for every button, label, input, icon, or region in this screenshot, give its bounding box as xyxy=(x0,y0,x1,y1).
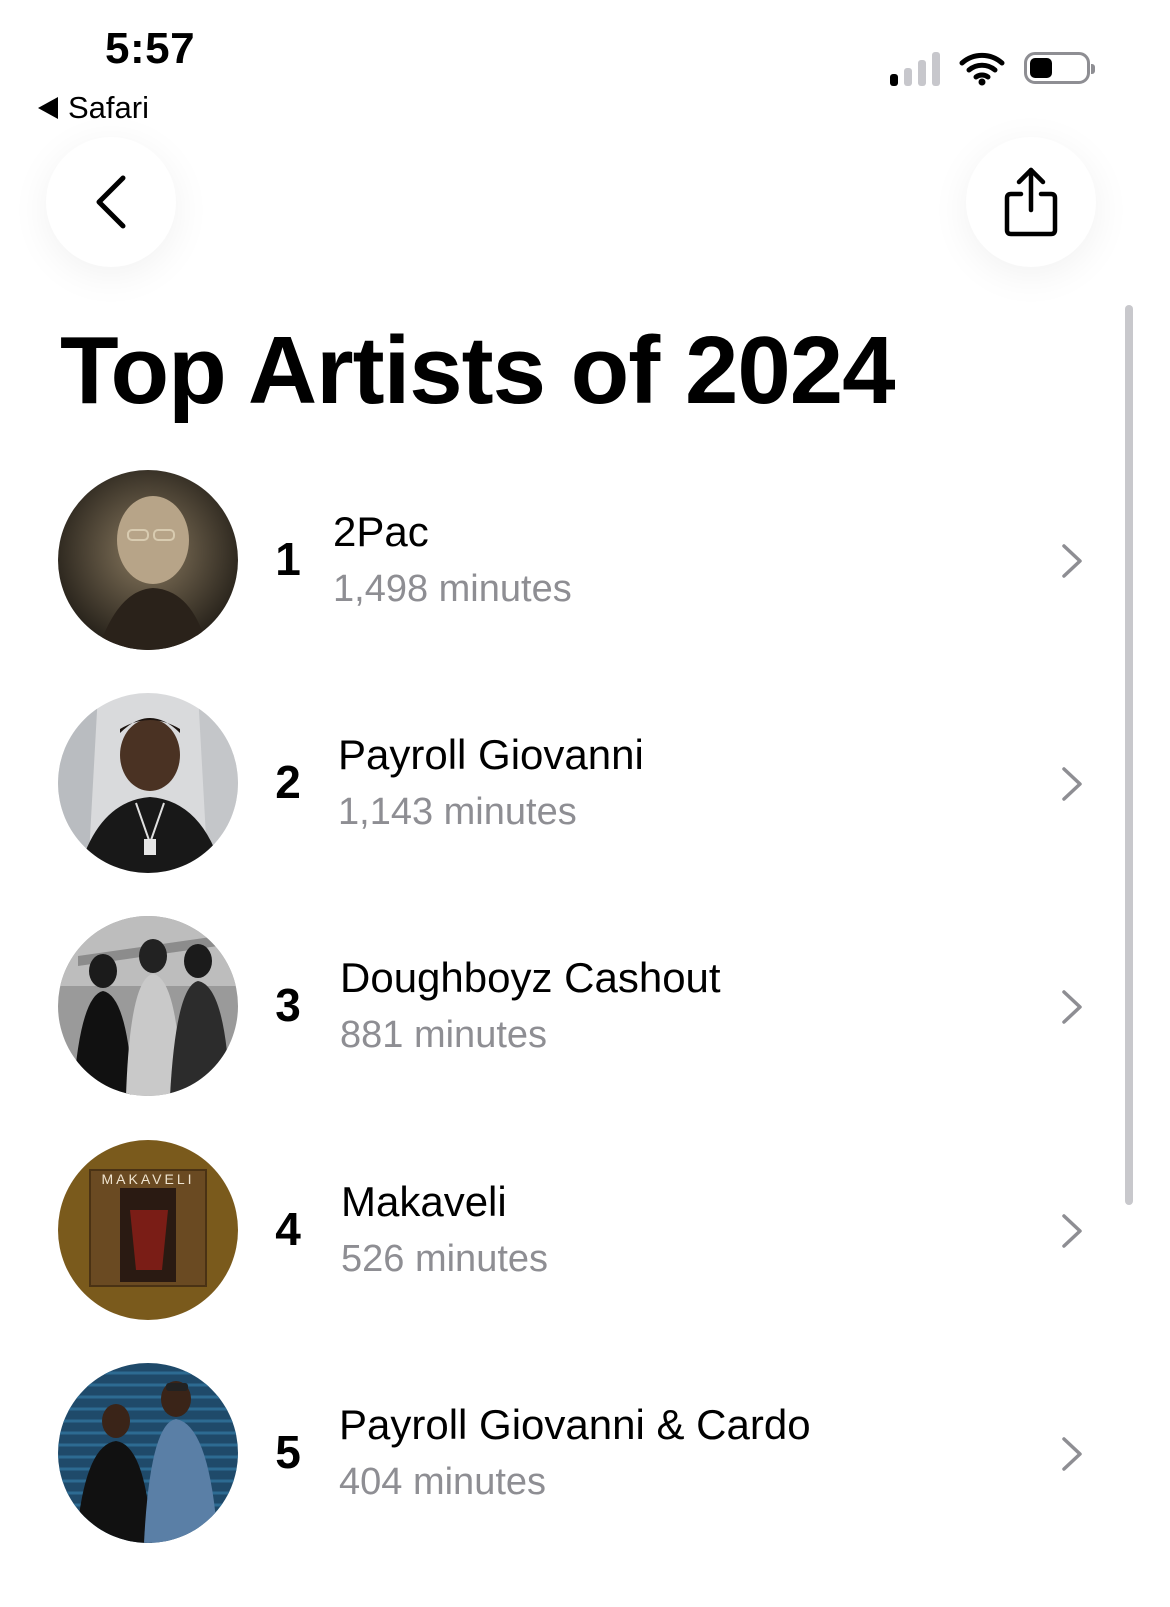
artist-minutes: 881 minutes xyxy=(340,1014,548,1056)
artist-minutes: 404 minutes xyxy=(339,1461,547,1503)
chevron-right-icon xyxy=(1062,990,1082,1024)
album-text: MAKAVELI xyxy=(102,1171,195,1187)
rank-number: 2 xyxy=(275,756,301,808)
artist-name: Makaveli xyxy=(341,1178,507,1225)
status-indicators xyxy=(890,50,1095,86)
chevron-right-icon xyxy=(1062,544,1082,578)
page-title: Top Artists of 2024 xyxy=(60,317,895,424)
rank-number: 4 xyxy=(275,1203,301,1255)
artist-name: Doughboyz Cashout xyxy=(340,954,721,1001)
back-app-label: Safari xyxy=(68,90,149,125)
artist-row[interactable]: MAKAVELI 4 Makaveli 526 minutes xyxy=(0,1140,1170,1320)
rank-number: 1 xyxy=(275,533,301,585)
share-button[interactable] xyxy=(966,137,1096,267)
rank-number: 3 xyxy=(275,979,301,1031)
battery-icon xyxy=(1024,52,1095,84)
wifi-icon xyxy=(959,52,1005,86)
cellular-signal-icon xyxy=(890,50,940,86)
artist-name: Payroll Giovanni & Cardo xyxy=(339,1401,811,1448)
artist-avatar xyxy=(58,1363,238,1543)
back-triangle-icon xyxy=(38,97,58,119)
chevron-right-icon xyxy=(1062,1214,1082,1248)
chevron-left-icon xyxy=(96,175,126,229)
artist-minutes: 1,498 minutes xyxy=(333,568,572,610)
artist-row[interactable]: 1 2Pac 1,498 minutes xyxy=(0,470,1170,650)
chevron-right-icon xyxy=(1062,767,1082,801)
artist-row[interactable]: 5 Payroll Giovanni & Cardo 404 minutes xyxy=(0,1363,1170,1543)
back-to-app-link[interactable]: Safari xyxy=(38,90,149,126)
artist-minutes: 526 minutes xyxy=(341,1238,549,1280)
artist-avatar xyxy=(58,470,238,650)
artist-avatar: MAKAVELI xyxy=(58,1140,238,1320)
artist-avatar xyxy=(58,693,238,873)
artist-name: Payroll Giovanni xyxy=(338,731,644,778)
artist-avatar xyxy=(58,916,238,1096)
artist-name: 2Pac xyxy=(333,508,429,555)
chevron-right-icon xyxy=(1062,1437,1082,1471)
artist-minutes: 1,143 minutes xyxy=(338,791,577,833)
artist-row[interactable]: 3 Doughboyz Cashout 881 minutes xyxy=(0,916,1170,1096)
back-button[interactable] xyxy=(46,137,176,267)
status-time: 5:57 xyxy=(105,24,196,73)
rank-number: 5 xyxy=(275,1426,301,1478)
share-icon xyxy=(1004,167,1058,237)
artist-row[interactable]: 2 Payroll Giovanni 1,143 minutes xyxy=(0,693,1170,873)
